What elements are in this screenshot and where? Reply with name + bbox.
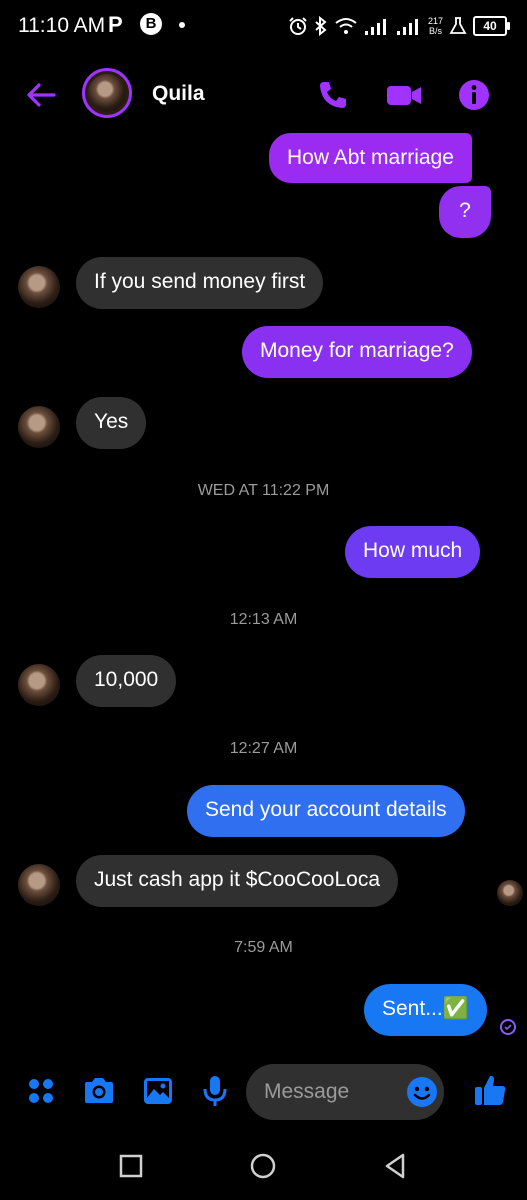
status-bar: 11:10 AM P B 217 B/s 40 (0, 0, 527, 52)
lab-flask-icon (449, 17, 467, 34)
more-actions-icon[interactable] (24, 1074, 58, 1108)
battery-icon: 40 (473, 16, 510, 36)
sender-avatar[interactable] (18, 266, 60, 308)
timestamp: WED AT 11:22 PM (197, 482, 330, 499)
message-composer: Message (0, 1058, 527, 1128)
gallery-image-icon[interactable] (141, 1074, 175, 1108)
status-time: 11:10 AM (18, 14, 106, 37)
incoming-message[interactable]: Yes (76, 397, 147, 449)
home-circle-icon[interactable] (249, 1152, 277, 1180)
network-speed-value: 217 (427, 16, 443, 26)
more-notifications-dot-icon (179, 22, 185, 28)
status-icons: 217 B/s 40 (288, 12, 510, 40)
sender-avatar[interactable] (18, 664, 60, 706)
alarm-icon (289, 17, 307, 35)
message-input-placeholder: Message (264, 1080, 350, 1103)
sender-avatar[interactable] (18, 406, 60, 448)
timestamp: 7:59 AM (234, 939, 293, 956)
parking-notification-icon: P (108, 12, 123, 37)
info-icon[interactable] (457, 78, 491, 112)
signal-1-icon (364, 19, 386, 35)
timestamp: 12:27 AM (229, 740, 298, 757)
thumbs-up-like-icon[interactable] (472, 1072, 508, 1108)
back-arrow-icon[interactable] (24, 78, 58, 112)
wifi-icon (335, 18, 357, 34)
outgoing-message[interactable]: ? (439, 186, 491, 238)
recent-apps-square-icon[interactable] (117, 1152, 145, 1180)
emoji-icon[interactable] (406, 1076, 438, 1108)
incoming-message[interactable]: If you send money first (76, 257, 324, 309)
video-call-icon[interactable] (385, 78, 423, 112)
delivered-check-icon (500, 1019, 516, 1035)
microphone-icon[interactable] (198, 1074, 232, 1108)
outgoing-message[interactable]: Send your account details (187, 785, 465, 837)
bluetooth-icon (315, 16, 327, 36)
camera-icon[interactable] (82, 1074, 116, 1108)
bitcoin-notification-icon: B (140, 13, 162, 35)
outgoing-message[interactable]: Sent...✅ (364, 984, 487, 1036)
outgoing-message[interactable]: How Abt marriage (269, 133, 472, 183)
android-nav-bar (0, 1130, 527, 1200)
signal-2-icon (396, 19, 418, 35)
phone-call-icon[interactable] (316, 78, 350, 112)
network-speed-unit: B/s (428, 26, 442, 36)
incoming-message[interactable]: Just cash app it $CooCooLoca (76, 855, 399, 907)
read-receipt-avatar (497, 880, 523, 906)
outgoing-message[interactable]: How much (345, 526, 481, 578)
outgoing-message[interactable]: Money for marriage? (242, 326, 472, 378)
sender-avatar[interactable] (18, 864, 60, 906)
contact-name[interactable]: Quila (152, 82, 205, 106)
timestamp: 12:13 AM (229, 611, 298, 628)
network-speed: 217 B/s (428, 16, 443, 36)
message-input[interactable]: Message (246, 1064, 444, 1120)
contact-avatar[interactable] (82, 68, 132, 118)
conversation-header: Quila (0, 60, 527, 130)
back-triangle-icon[interactable] (382, 1152, 410, 1180)
incoming-message[interactable]: 10,000 (76, 655, 177, 707)
